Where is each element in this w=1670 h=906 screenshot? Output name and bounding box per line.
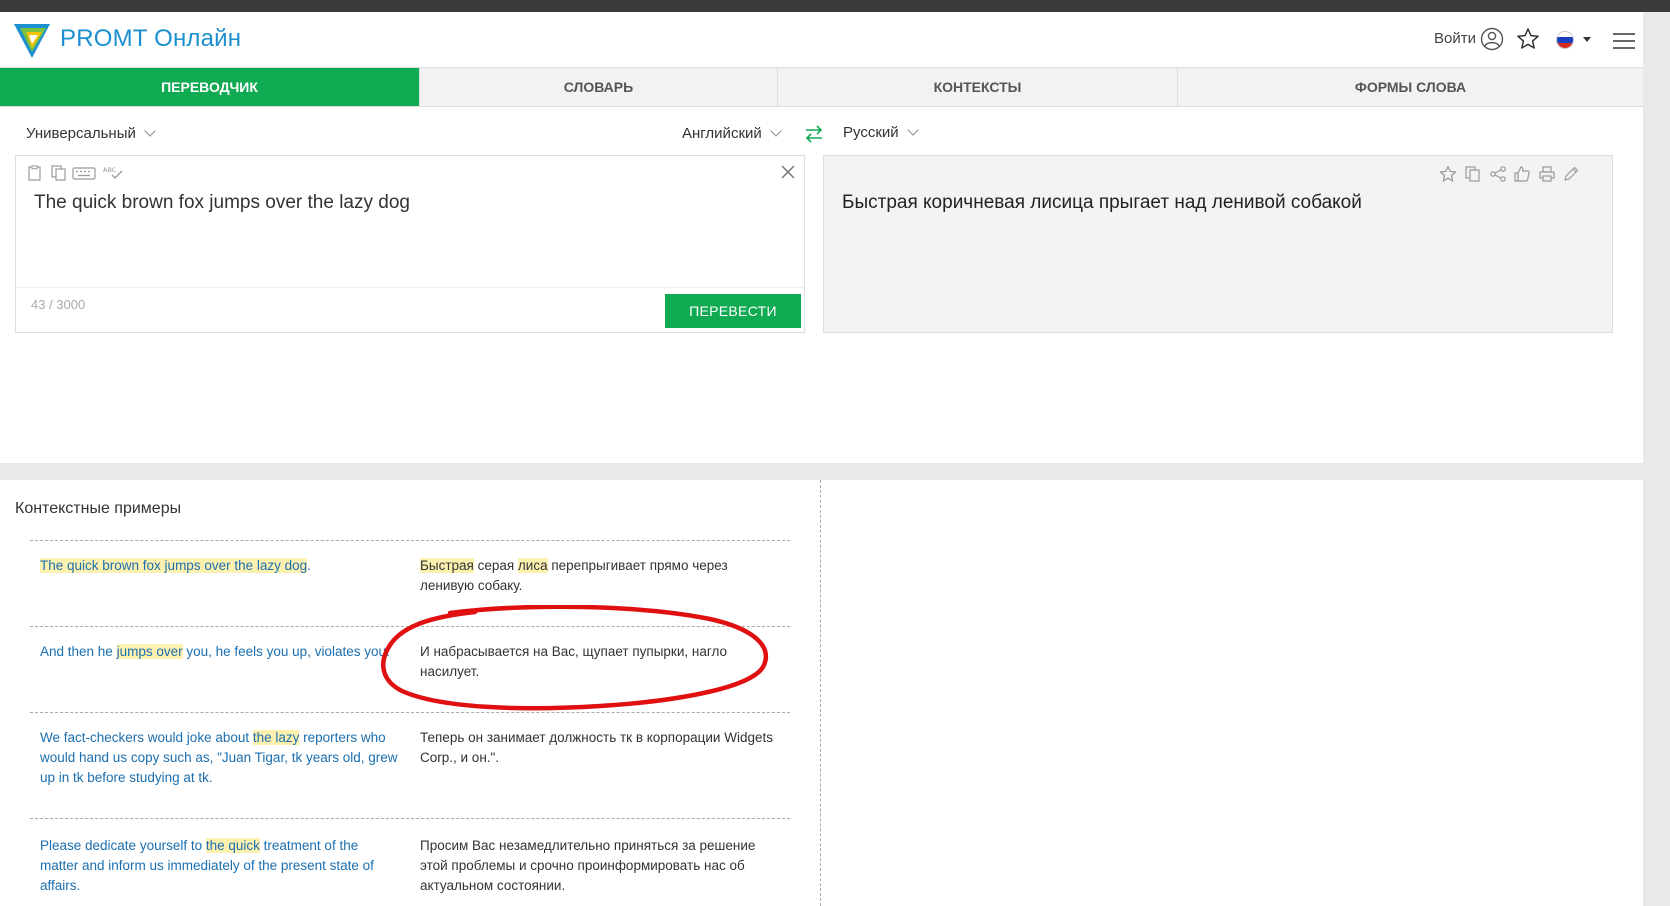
swap-languages-icon[interactable]	[803, 124, 825, 144]
topic-label: Универсальный	[26, 125, 136, 142]
source-text-panel: ABC The quick brown fox jumps over the l…	[15, 155, 805, 333]
source-panel-divider	[16, 287, 804, 288]
context-text-segment: Please dedicate yourself to	[40, 838, 206, 853]
favorites-star-icon[interactable]	[1516, 27, 1540, 51]
context-row: The quick brown fox jumps over the lazy …	[30, 540, 790, 626]
context-examples-title: Контекстные примеры	[15, 500, 182, 517]
chevron-down-icon	[907, 124, 919, 136]
source-language-label: Английский	[682, 125, 762, 142]
context-text-segment: серая	[473, 558, 518, 573]
context-ru-text: И набрасывается на Вас, щупает пупырки, …	[420, 642, 780, 682]
language-caret-icon[interactable]	[1583, 37, 1591, 42]
context-row: We fact-checkers would joke about the la…	[30, 712, 790, 818]
print-icon[interactable]	[1538, 165, 1556, 183]
login-link[interactable]: Войти	[1434, 30, 1476, 47]
spellcheck-label: ABC	[103, 166, 117, 174]
russian-flag-icon[interactable]	[1556, 31, 1574, 49]
context-en-text[interactable]: Please dedicate yourself to the quick tr…	[40, 836, 400, 896]
site-header: PROMT Онлайн Войти	[0, 12, 1643, 67]
highlighted-phrase: jumps over	[116, 644, 183, 659]
section-separator	[0, 463, 1643, 480]
target-language-select[interactable]: Русский	[843, 124, 919, 141]
context-ru-text: Просим Вас незамедлительно приняться за …	[420, 836, 780, 896]
brand-name[interactable]: PROMT Онлайн	[60, 25, 241, 53]
tab-word-forms[interactable]: ФОРМЫ СЛОВА	[1178, 68, 1643, 106]
promt-logo-icon[interactable]	[12, 20, 52, 60]
highlighted-phrase: лиса	[517, 558, 548, 573]
scrollbar-gutter[interactable]	[1643, 12, 1670, 906]
context-en-text[interactable]: And then he jumps over you, he feels you…	[40, 642, 400, 662]
target-language-label: Русский	[843, 124, 899, 141]
edit-pencil-icon[interactable]	[1562, 165, 1580, 183]
source-text-input[interactable]: The quick brown fox jumps over the lazy …	[34, 192, 410, 214]
context-text-segment: Теперь он занимает должность тк в корпор…	[420, 730, 773, 765]
main-tabs: ПЕРЕВОДЧИК СЛОВАРЬ КОНТЕКСТЫ ФОРМЫ СЛОВА	[0, 67, 1643, 107]
window-top-strip	[0, 0, 1670, 12]
user-icon[interactable]	[1480, 27, 1504, 51]
source-language-select[interactable]: Английский	[682, 125, 782, 142]
context-text-segment: We fact-checkers would joke about	[40, 730, 253, 745]
clear-text-icon[interactable]	[780, 164, 796, 180]
context-text-segment: И набрасывается на Вас, щупает пупырки, …	[420, 644, 728, 679]
context-text-segment: Просим Вас незамедлительно приняться за …	[420, 838, 756, 893]
context-ru-text: Быстрая серая лиса перепрыгивает прямо ч…	[420, 556, 780, 596]
tab-dictionary[interactable]: СЛОВАРЬ	[420, 68, 778, 106]
translation-panel: Быстрая коричневая лисица прыгает над ле…	[823, 155, 1613, 333]
highlighted-phrase: the quick	[205, 838, 260, 853]
translate-button[interactable]: ПЕРЕВЕСТИ	[665, 294, 801, 328]
keyboard-icon[interactable]	[72, 165, 96, 181]
context-text-segment: you, he feels you up, violates you.	[182, 644, 390, 659]
thumbs-up-icon[interactable]	[1513, 165, 1531, 183]
context-en-text[interactable]: The quick brown fox jumps over the lazy …	[40, 556, 400, 576]
context-row: Please dedicate yourself to the quick tr…	[30, 818, 790, 906]
translation-text: Быстрая коричневая лисица прыгает над ле…	[842, 192, 1362, 213]
chevron-down-icon	[144, 125, 156, 137]
tab-contexts[interactable]: КОНТЕКСТЫ	[778, 68, 1178, 106]
highlighted-phrase: the lazy	[252, 730, 300, 745]
context-en-text[interactable]: We fact-checkers would joke about the la…	[40, 728, 400, 788]
column-divider	[820, 480, 821, 906]
topic-select[interactable]: Универсальный	[26, 125, 156, 142]
context-ru-text: Теперь он занимает должность тк в корпор…	[420, 728, 780, 768]
favorite-star-icon[interactable]	[1439, 165, 1457, 183]
highlighted-phrase: Быстрая	[420, 558, 474, 573]
chevron-down-icon	[770, 125, 782, 137]
paste-icon[interactable]	[26, 165, 44, 181]
tab-translator[interactable]: ПЕРЕВОДЧИК	[0, 68, 420, 106]
context-text-segment: .	[307, 558, 311, 573]
context-row: And then he jumps over you, he feels you…	[30, 626, 790, 712]
highlighted-phrase: The quick brown fox jumps over the lazy …	[40, 558, 308, 573]
share-icon[interactable]	[1489, 165, 1507, 183]
hamburger-menu-icon[interactable]	[1613, 33, 1635, 49]
copy-icon[interactable]	[50, 165, 68, 181]
spellcheck-icon[interactable]: ABC	[102, 165, 126, 181]
character-counter: 43 / 3000	[31, 297, 86, 312]
context-text-segment: And then he	[40, 644, 117, 659]
copy-translation-icon[interactable]	[1464, 165, 1482, 183]
